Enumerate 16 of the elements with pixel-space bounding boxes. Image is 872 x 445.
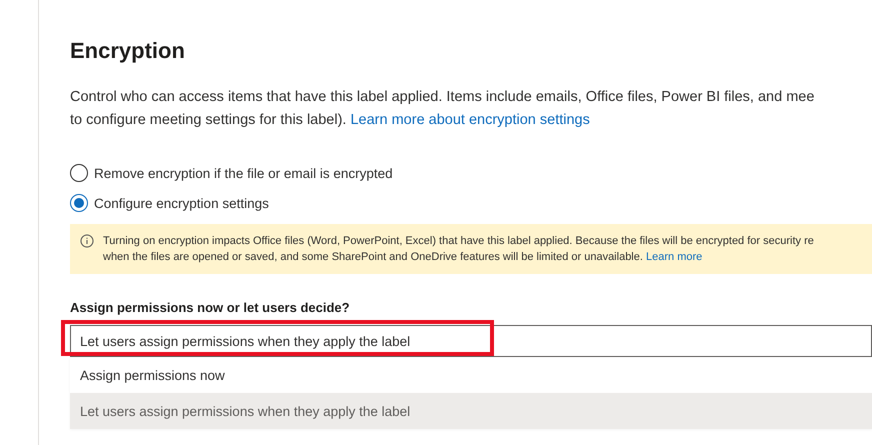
- radio-button[interactable]: [70, 194, 88, 212]
- field-label: Assign permissions now or let users decide?: [70, 300, 351, 315]
- radio-option[interactable]: Configure encryption settings: [70, 194, 872, 212]
- dropdown-option[interactable]: Assign permissions now: [70, 357, 872, 393]
- radio-option[interactable]: Remove encryption if the file or email is encrypted: [70, 164, 872, 182]
- notice-text: when the files are opened or saved, and some SharePoint and OneDrive features will be limited or unavailable.: [103, 251, 643, 263]
- section-heading: Encryption: [70, 38, 186, 64]
- notice-text: Turning on encryption impacts Office files (Word, PowerPoint, Excel) that have this label applied. Because the files will be encrypted for security re: [103, 234, 814, 249]
- learn-more-link[interactable]: Learn more about encryption settings: [350, 112, 590, 128]
- description-text: Control who can access items that have this label applied. Items include emails, Office files, Power BI files, and mee: [70, 89, 814, 105]
- learn-more-link[interactable]: Learn more: [646, 251, 702, 263]
- radio-button[interactable]: [70, 164, 88, 182]
- dropdown-option[interactable]: Let users assign permissions when they apply the label: [70, 393, 872, 429]
- description-text: to configure meeting settings for this label).: [70, 112, 346, 128]
- info-icon: [80, 234, 94, 248]
- permissions-dropdown[interactable]: Let users assign permissions when they apply the label: [70, 325, 872, 357]
